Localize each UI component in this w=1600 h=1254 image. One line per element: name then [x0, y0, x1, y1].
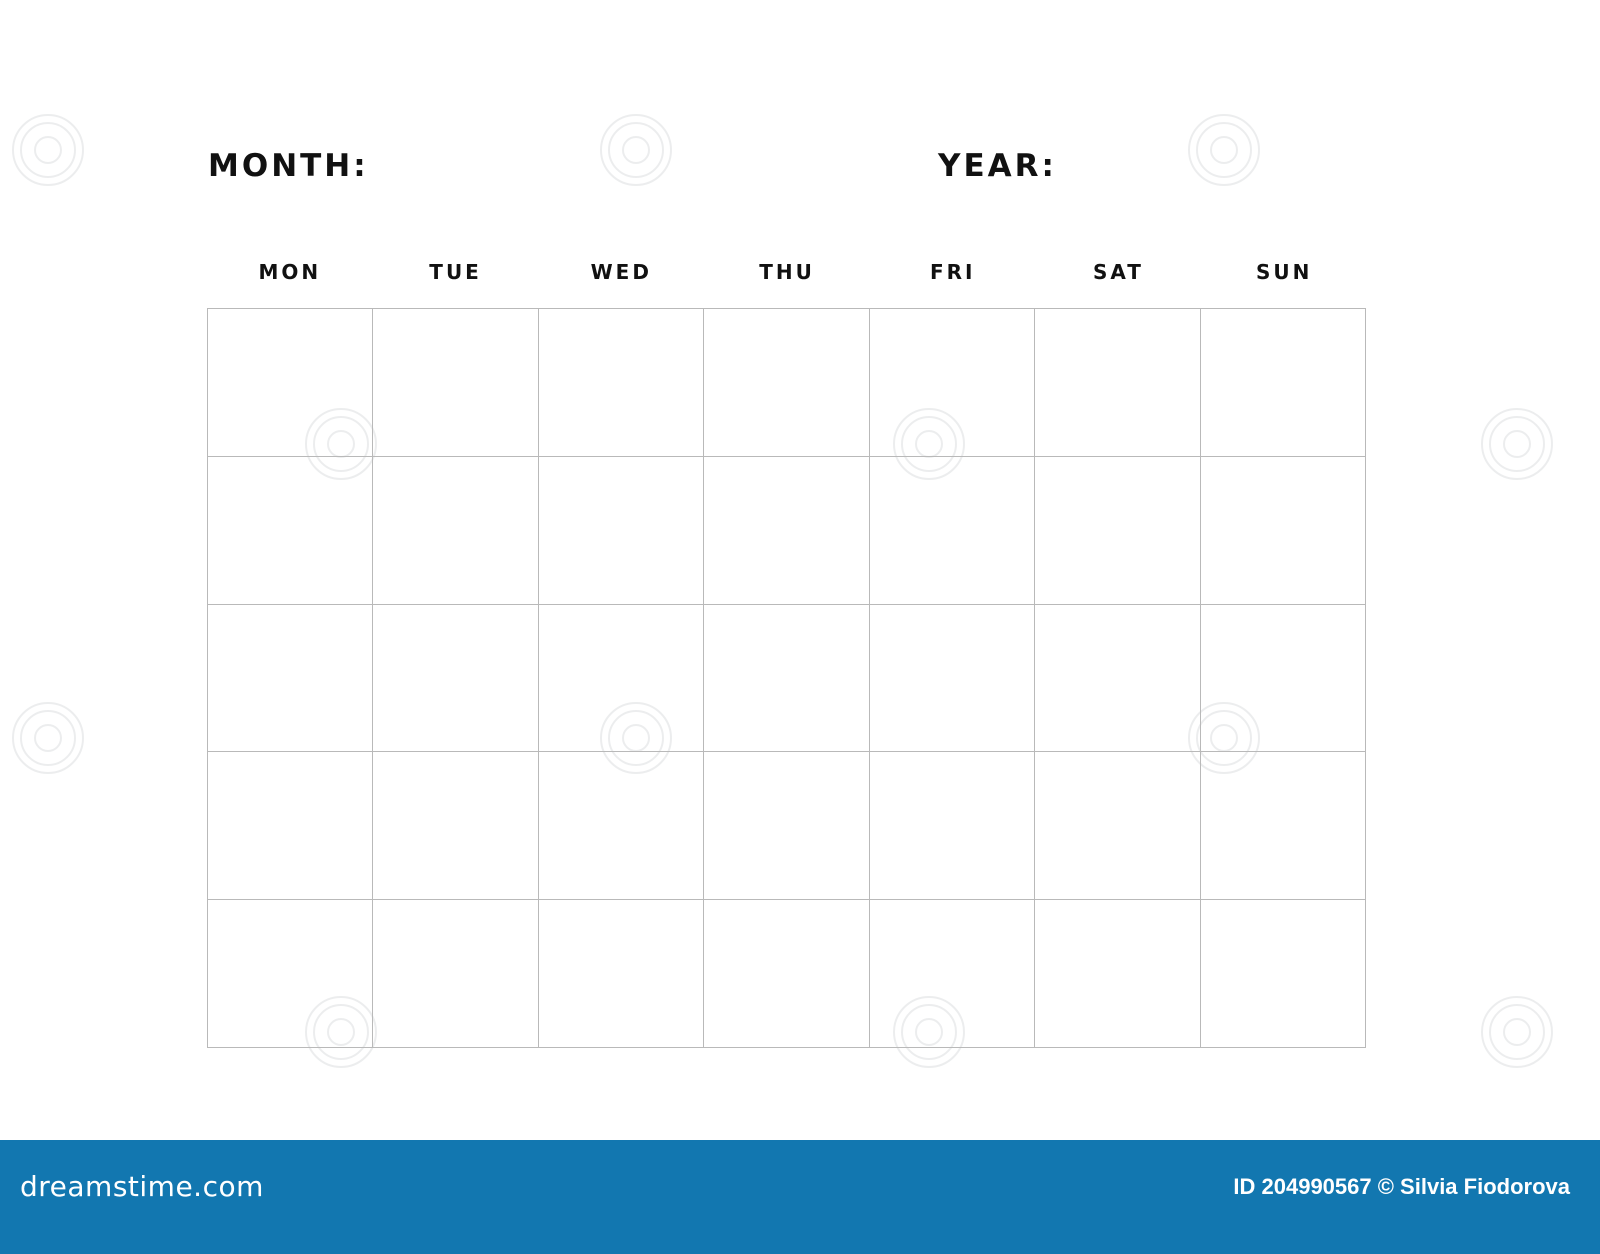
calendar-cell	[1200, 752, 1366, 901]
watermark-icon	[600, 114, 672, 186]
dreamstime-logo: dreamstime.com	[20, 1170, 264, 1203]
month-label: MONTH:	[208, 148, 369, 184]
calendar-cell	[869, 604, 1036, 753]
calendar-cell	[538, 309, 705, 457]
calendar-cell	[704, 456, 870, 605]
calendar-cell	[1200, 900, 1366, 1048]
weekday-thu: THU	[759, 260, 815, 284]
watermark-icon	[1188, 114, 1260, 186]
calendar-cell	[1035, 456, 1201, 605]
footer-bar: dreamstime.com ID 204990567 © Silvia Fio…	[0, 1140, 1600, 1254]
weekday-sat: SAT	[1092, 260, 1144, 284]
calendar-cell	[208, 309, 374, 457]
calendar-cell	[373, 752, 539, 901]
weekday-mon: MON	[258, 260, 322, 284]
image-credit: ID 204990567 © Silvia Fiodorova	[1233, 1174, 1570, 1199]
calendar-cell	[1200, 309, 1366, 457]
calendar-cell	[538, 604, 705, 753]
calendar-cell	[1035, 752, 1201, 901]
weekday-sun: SUN	[1255, 260, 1313, 284]
calendar-cell	[538, 456, 705, 605]
calendar-cell	[373, 309, 539, 457]
calendar-cell	[704, 604, 870, 753]
calendar-cell	[208, 456, 374, 605]
calendar-cell	[1035, 309, 1201, 457]
year-label: YEAR:	[938, 148, 1057, 184]
calendar-cell	[869, 309, 1036, 457]
calendar-cell	[208, 752, 374, 901]
calendar-cell	[869, 752, 1036, 901]
calendar-cell	[208, 604, 374, 753]
calendar-cell	[869, 900, 1036, 1048]
calendar-cell	[538, 900, 705, 1048]
calendar-cell	[538, 752, 705, 901]
calendar-cell	[373, 604, 539, 753]
watermark-icon	[1481, 408, 1553, 480]
calendar-cell	[1200, 456, 1366, 605]
calendar-grid	[207, 308, 1366, 1048]
calendar-cell	[1200, 604, 1366, 753]
watermark-icon	[12, 114, 84, 186]
watermark-icon	[1481, 996, 1553, 1068]
calendar-cell	[373, 456, 539, 605]
calendar-cell	[208, 900, 374, 1048]
weekday-tue: TUE	[429, 260, 482, 284]
calendar-cell	[704, 752, 870, 901]
calendar-cell	[373, 900, 539, 1048]
calendar-cell	[704, 309, 870, 457]
weekday-wed: WED	[590, 260, 652, 284]
watermark-icon	[12, 702, 84, 774]
calendar-cell	[1035, 900, 1201, 1048]
weekday-header: MON TUE WED THU FRI SAT SUN	[207, 260, 1367, 284]
calendar-cell	[1035, 604, 1201, 753]
weekday-fri: FRI	[929, 260, 976, 284]
calendar-cell	[869, 456, 1036, 605]
calendar-cell	[704, 900, 870, 1048]
